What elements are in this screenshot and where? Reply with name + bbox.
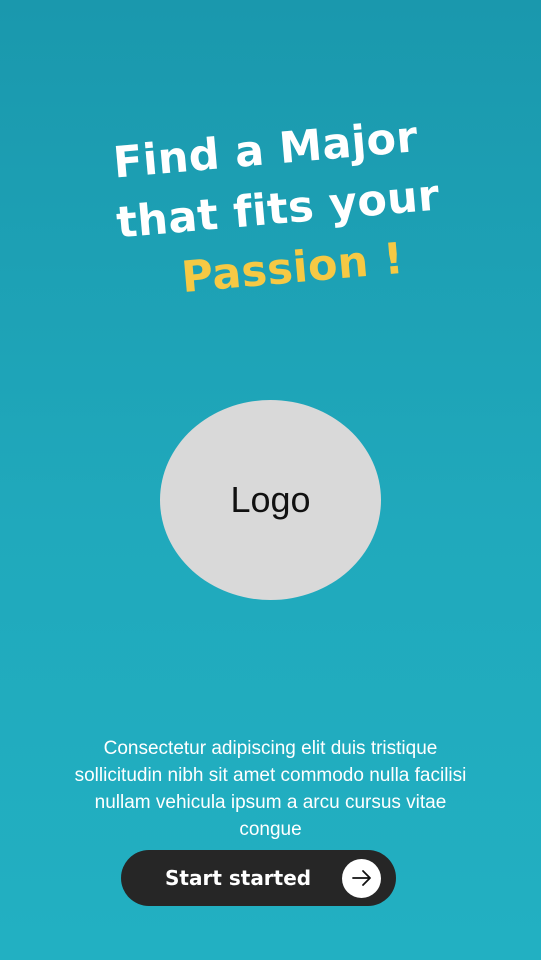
logo-label: Logo (230, 479, 311, 520)
start-button-label: Start started (165, 866, 312, 890)
arrow-right-icon (342, 858, 381, 898)
onboarding-screen: Find a Major that fits your Passion ! Lo… (0, 0, 541, 960)
start-button[interactable]: Start started (121, 850, 396, 906)
logo-placeholder: Logo (160, 400, 381, 600)
description-text: Consectetur adipiscing elit duis tristiq… (74, 738, 467, 840)
headline: Find a Major that fits your Passion ! (85, 105, 459, 316)
